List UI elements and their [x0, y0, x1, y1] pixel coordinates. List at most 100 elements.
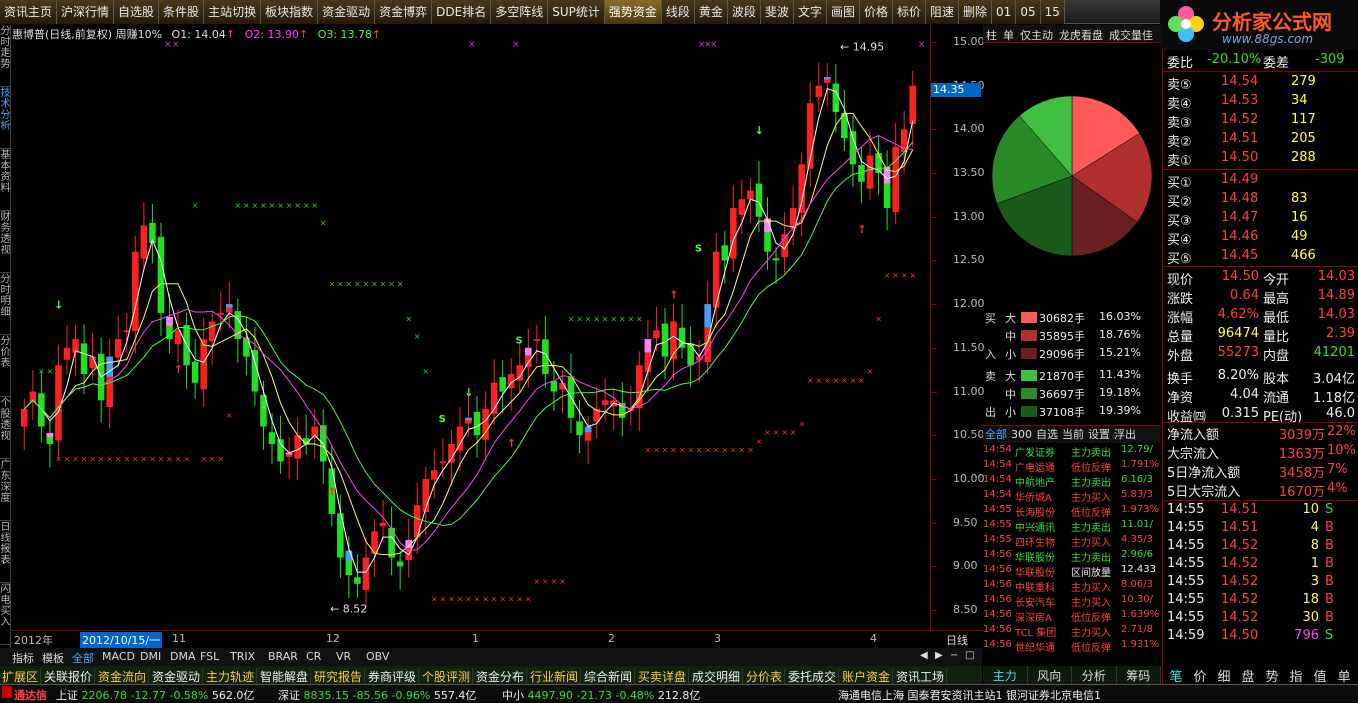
- radar-row[interactable]: 14:55 四环生物 主力买入 4.35/3: [983, 534, 1161, 549]
- indicator-tab-5[interactable]: DMA: [170, 650, 196, 663]
- mid-tab-2[interactable]: 仅主动: [1017, 25, 1056, 42]
- radar-row[interactable]: 14:56 深深房A 低位反弹 1.639%: [983, 609, 1161, 624]
- kline-chart[interactable]: 惠博普(日线,前复权) 周赚10% O1: 14.04↑ O2: 13.90↑ …: [12, 25, 930, 630]
- radar-row[interactable]: 14:56 长安汽车 主力买入 10.30/: [983, 594, 1161, 609]
- function-tab-16[interactable]: 账户资金: [840, 668, 894, 685]
- function-tab-1[interactable]: 关联报价: [42, 668, 96, 685]
- toolbar-btn-11[interactable]: 强势资金: [604, 0, 662, 24]
- indicator-tab-8[interactable]: BRAR: [268, 650, 298, 663]
- sidebar-tab-1[interactable]: 技术分析: [0, 87, 11, 149]
- mid-bottom-tab-2[interactable]: 分析: [1072, 666, 1117, 684]
- radar-row[interactable]: 14:56 华联股份 区间放量 12.433: [983, 564, 1161, 579]
- sidebar-tab-2[interactable]: 基本资料: [0, 149, 11, 211]
- toolbar-btn-12[interactable]: 线段: [661, 0, 695, 24]
- sidebar-tab-8[interactable]: 日线报表: [0, 521, 11, 583]
- function-tab-14[interactable]: 分价表: [744, 668, 786, 685]
- mid-tab-4[interactable]: 成交量佳: [1106, 25, 1156, 42]
- tick-filter-3[interactable]: 当前: [1060, 427, 1086, 442]
- indicator-tab-7[interactable]: TRIX: [230, 650, 255, 663]
- function-tab-9[interactable]: 资金分布: [474, 668, 528, 685]
- toolbar-btn-23[interactable]: 05: [1016, 0, 1041, 24]
- toolbar-btn-4[interactable]: 主站切换: [204, 0, 262, 24]
- indicator-tab-6[interactable]: FSL: [200, 650, 219, 663]
- tick-filter-4[interactable]: 设置: [1086, 427, 1112, 442]
- indicator-tab-11[interactable]: OBV: [366, 650, 389, 663]
- tick-filter-2[interactable]: 自选: [1034, 427, 1060, 442]
- toolbar-btn-15[interactable]: 斐波: [760, 0, 794, 24]
- mid-bottom-tab-0[interactable]: 主力: [983, 666, 1028, 684]
- chart-ctrl-icon[interactable]: □: [965, 650, 974, 661]
- sidebar-tab-0[interactable]: 分时走势: [0, 25, 11, 87]
- toolbar-btn-6[interactable]: 资金驱动: [318, 0, 376, 24]
- indicator-tab-1[interactable]: 模板: [42, 650, 64, 666]
- sidebar-tab-3[interactable]: 财务透视: [0, 211, 11, 273]
- toolbar-btn-13[interactable]: 黄金: [694, 0, 728, 24]
- sidebar-tab-6[interactable]: 个股透视: [0, 397, 11, 459]
- toolbar-btn-20[interactable]: 阻速: [926, 0, 960, 24]
- radar-row[interactable]: 14:54 广发证券 主力卖出 12.79/: [983, 444, 1161, 459]
- mid-tab-3[interactable]: 龙虎看盘: [1056, 25, 1106, 42]
- tick-filter-5[interactable]: 浮出: [1112, 427, 1138, 442]
- radar-row[interactable]: 14:54 中航地产 主力卖出 6.16/3: [983, 474, 1161, 489]
- toolbar-btn-16[interactable]: 文字: [793, 0, 827, 24]
- function-tab-2[interactable]: 资金流向: [96, 668, 150, 685]
- function-tab-5[interactable]: 智能解盘: [258, 668, 312, 685]
- toolbar-btn-8[interactable]: DDE排名: [432, 0, 492, 24]
- radar-row[interactable]: 14:56 华联股份 主力卖出 2.96/6: [983, 549, 1161, 564]
- indicator-tab-9[interactable]: CR: [306, 650, 321, 663]
- quote-tab-3[interactable]: 盘: [1237, 666, 1259, 685]
- function-tab-11[interactable]: 综合新闻: [582, 668, 636, 685]
- chart-ctrl-icon[interactable]: −: [950, 650, 958, 661]
- toolbar-btn-7[interactable]: 资金博弈: [375, 0, 433, 24]
- toolbar-btn-1[interactable]: 沪深行情: [57, 0, 115, 24]
- quote-tab-2[interactable]: 细: [1213, 666, 1235, 685]
- toolbar-btn-18[interactable]: 价格: [859, 0, 893, 24]
- quote-tab-7[interactable]: 单: [1333, 666, 1355, 685]
- indicator-tab-2[interactable]: 全部: [72, 650, 94, 666]
- period-label[interactable]: 日线: [946, 632, 968, 648]
- function-tab-7[interactable]: 券商评级: [366, 668, 420, 685]
- toolbar-btn-22[interactable]: 01: [992, 0, 1017, 24]
- quote-tab-0[interactable]: 笔: [1165, 666, 1187, 685]
- toolbar-btn-19[interactable]: 标价: [892, 0, 926, 24]
- sidebar-tab-7[interactable]: 广东深度: [0, 459, 11, 521]
- mid-tab-1[interactable]: 单: [1000, 25, 1017, 42]
- radar-row[interactable]: 14:56 世纪华通 低位反弹 1.931%: [983, 639, 1161, 654]
- sidebar-tab-5[interactable]: 分价表: [0, 335, 11, 397]
- indicator-tab-4[interactable]: DMI: [140, 650, 161, 663]
- sidebar-tab-4[interactable]: 分时明细: [0, 273, 11, 335]
- toolbar-btn-14[interactable]: 波段: [727, 0, 761, 24]
- function-tab-15[interactable]: 委托成交: [786, 668, 840, 685]
- sidebar-tab-9[interactable]: 闪电买入: [0, 583, 11, 645]
- radar-row[interactable]: 14:56 中联重科 主力买入 8.06/3: [983, 579, 1161, 594]
- radar-row[interactable]: 14:55 中兴通讯 主力卖出 11.01/: [983, 519, 1161, 534]
- radar-row[interactable]: 14:55 长海股份 低位反弹 1.973%: [983, 504, 1161, 519]
- function-tab-13[interactable]: 成交明细: [690, 668, 744, 685]
- tick-filter-0[interactable]: 全部: [983, 427, 1009, 442]
- indicator-tab-3[interactable]: MACD: [102, 650, 135, 663]
- function-tab-12[interactable]: 买卖详盘: [636, 668, 690, 685]
- toolbar-btn-24[interactable]: 15: [1040, 0, 1065, 24]
- quote-tab-6[interactable]: 值: [1309, 666, 1331, 685]
- function-tab-8[interactable]: 个股评测: [420, 668, 474, 685]
- function-tab-3[interactable]: 资金驱动: [150, 668, 204, 685]
- mid-bottom-tab-1[interactable]: 风向: [1028, 666, 1072, 684]
- function-tab-0[interactable]: 扩展区: [0, 668, 42, 685]
- tick-filter-1[interactable]: 300: [1009, 427, 1034, 442]
- mid-tab-0[interactable]: 柱: [983, 25, 1000, 42]
- toolbar-btn-2[interactable]: 自选股: [114, 0, 160, 24]
- function-tab-10[interactable]: 行业新闻: [528, 668, 582, 685]
- toolbar-btn-17[interactable]: 画图: [826, 0, 860, 24]
- chart-ctrl-icon[interactable]: ▶: [935, 650, 943, 661]
- indicator-tab-10[interactable]: VR: [336, 650, 351, 663]
- radar-row[interactable]: 14:54 广电运通 低位反弹 1.791%: [983, 459, 1161, 474]
- function-tab-6[interactable]: 研究报告: [312, 668, 366, 685]
- toolbar-btn-0[interactable]: 资讯主页: [0, 0, 58, 24]
- toolbar-btn-3[interactable]: 条件股: [159, 0, 205, 24]
- toolbar-btn-21[interactable]: 删除: [959, 0, 993, 24]
- indicator-tab-0[interactable]: 指标: [12, 650, 34, 666]
- toolbar-btn-9[interactable]: 多空阵线: [491, 0, 549, 24]
- quote-tab-4[interactable]: 势: [1261, 666, 1283, 685]
- toolbar-btn-5[interactable]: 板块指数: [261, 0, 319, 24]
- toolbar-btn-10[interactable]: SUP统计: [548, 0, 605, 24]
